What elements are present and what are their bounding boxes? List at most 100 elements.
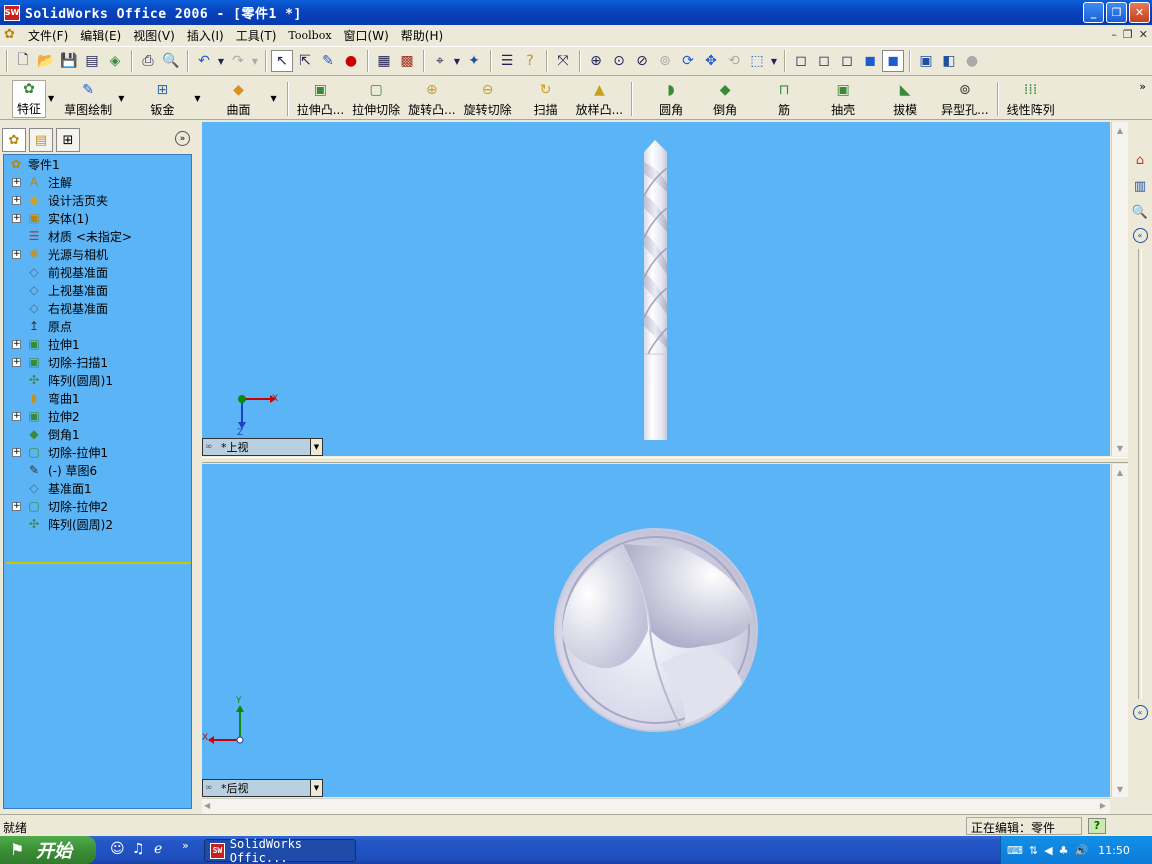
menu-window[interactable]: 窗口(W) — [338, 27, 395, 44]
tree-expand-icon[interactable]: + — [12, 195, 21, 205]
shaded-icon[interactable]: ◼ — [882, 50, 904, 72]
undo-icon[interactable]: ↶ — [193, 50, 215, 72]
solidworks-app-icon[interactable]: SW — [4, 4, 20, 21]
revolved-cut-button[interactable]: ⊖ 旋转切除 — [460, 80, 516, 118]
tree-expand-icon[interactable]: + — [12, 501, 21, 511]
link-views-icon[interactable]: ∞ — [205, 442, 221, 452]
redo-dropdown-icon[interactable]: ▼ — [250, 50, 260, 72]
task-pane-collapse-icon[interactable]: « — [1132, 228, 1148, 243]
minimize-button[interactable]: _ — [1083, 2, 1104, 23]
view-orientation-dropdown-icon[interactable]: ▼ — [769, 50, 779, 72]
sketch-dropdown-icon[interactable]: ▼ — [118, 94, 124, 103]
tab-features[interactable]: ✿ 特征 — [12, 79, 47, 118]
solidworks-resources-icon[interactable]: ⌂ — [1130, 150, 1150, 170]
roll-view-icon[interactable]: ⟲ — [723, 50, 745, 72]
rib-button[interactable]: ⊓ 筋 — [771, 80, 797, 118]
shell-button[interactable]: ▣ 抽壳 — [827, 80, 859, 118]
rollback-bar[interactable] — [6, 562, 191, 564]
reference-geometry-icon[interactable]: ⌖ — [429, 50, 451, 72]
save-icon[interactable]: 💾 — [58, 50, 80, 72]
shaded-with-edges-icon[interactable]: ◼ — [859, 50, 881, 72]
print-preview-icon[interactable]: ▤ — [81, 50, 103, 72]
sketch-pencil-icon[interactable]: ✎ — [317, 50, 339, 72]
brick-texture-icon[interactable]: ▩ — [396, 50, 418, 72]
tab-feature-manager-tree[interactable]: ✿ — [2, 128, 26, 152]
tree-item[interactable]: ◇ 右视基准面 — [4, 299, 191, 317]
print-preview-magnifier-icon[interactable]: 🔍 — [160, 50, 182, 72]
view-dropdown-icon[interactable]: ▼ — [310, 439, 322, 455]
tree-root-part[interactable]: ✿ 零件1 — [4, 155, 191, 173]
tree-item[interactable]: + ▣ 拉伸1 — [4, 335, 191, 353]
keyboard-icon[interactable]: ⌨ — [1007, 844, 1023, 857]
print-icon[interactable]: ⎙ — [137, 50, 159, 72]
tree-item[interactable]: ✎ (-) 草图6 — [4, 461, 191, 479]
viewport-bottom-scrollbar[interactable]: ▲ ▼ — [1111, 464, 1128, 797]
tree-expand-icon[interactable]: + — [12, 411, 21, 421]
file-explorer-icon[interactable]: 🔍 — [1130, 202, 1150, 222]
fillet-button[interactable]: ◗ 圆角 — [655, 80, 687, 118]
zoom-area-icon[interactable]: ⊙ — [608, 50, 630, 72]
tree-item[interactable]: + ▣ 拉伸2 — [4, 407, 191, 425]
menu-view[interactable]: 视图(V) — [127, 27, 181, 44]
volume-icon[interactable]: 🔊 — [1074, 844, 1088, 857]
reference-dropdown-icon[interactable]: ▼ — [452, 50, 462, 72]
tree-item[interactable]: + A 注解 — [4, 173, 191, 191]
task-pane-expand-icon[interactable]: « — [1132, 705, 1148, 720]
menu-insert[interactable]: 插入(I) — [181, 27, 230, 44]
tree-item[interactable]: ↥ 原点 — [4, 317, 191, 335]
restore-button[interactable]: ❐ — [1106, 2, 1127, 23]
select-cursor-icon[interactable]: ↖ — [271, 50, 293, 72]
viewport-splitter[interactable] — [202, 457, 1128, 463]
viewport-top-scrollbar[interactable]: ▲ ▼ — [1111, 122, 1128, 456]
sketch-relations-icon[interactable]: ⤧ — [552, 50, 574, 72]
select-filter-icon[interactable]: ⇱ — [294, 50, 316, 72]
realview-icon[interactable]: ◧ — [938, 50, 960, 72]
link-views-icon[interactable]: ∞ — [205, 783, 221, 793]
tab-configuration-manager[interactable]: ⊞ — [56, 128, 80, 152]
part-document-icon[interactable]: ✿ — [4, 27, 22, 43]
taskbar-item-solidworks[interactable]: SW SolidWorks Offic... — [204, 837, 356, 864]
tree-item[interactable]: + ▢ 切除-拉伸2 — [4, 497, 191, 515]
tree-item[interactable]: ◆ 倒角1 — [4, 425, 191, 443]
tree-item[interactable]: ◇ 上视基准面 — [4, 281, 191, 299]
chamfer-button[interactable]: ◆ 倒角 — [709, 80, 741, 118]
mdi-close-button[interactable]: ✕ — [1139, 28, 1148, 41]
zoom-in-out-icon[interactable]: ⊘ — [631, 50, 653, 72]
design-library-icon[interactable]: ▥ — [1130, 176, 1150, 196]
rebuild-traffic-light-icon[interactable]: ● — [340, 50, 362, 72]
quicklaunch-ie-icon[interactable]: ℯ — [154, 841, 162, 857]
menu-file[interactable]: 文件(F) — [22, 27, 74, 44]
hidden-lines-removed-icon[interactable]: ◻ — [836, 50, 858, 72]
loft-button[interactable]: ▲ 放样凸... — [572, 80, 627, 118]
tree-item[interactable]: ✣ 阵列(圆周)2 — [4, 515, 191, 533]
close-button[interactable]: ✕ — [1129, 2, 1150, 23]
tab-sheet-metal[interactable]: ⊞ 钣金 — [146, 80, 178, 118]
tab-surfaces[interactable]: ◆ 曲面 — [223, 80, 255, 118]
tree-item[interactable]: + ✺ 光源与相机 — [4, 245, 191, 263]
properties-icon[interactable]: ☰ — [496, 50, 518, 72]
menu-edit[interactable]: 编辑(E) — [74, 27, 127, 44]
tree-item[interactable]: ✣ 阵列(圆周)1 — [4, 371, 191, 389]
shadows-icon[interactable]: ▣ — [915, 50, 937, 72]
viewport-horizontal-scrollbar[interactable]: ◀ ▶ — [202, 798, 1110, 814]
view-orientation-label-top[interactable]: ∞ *上视 ▼ — [202, 438, 323, 456]
tree-expand-icon[interactable]: + — [12, 249, 21, 259]
menu-toolbox[interactable]: Toolbox — [282, 29, 337, 42]
qq-icon[interactable]: ♣ — [1059, 844, 1069, 857]
features-dropdown-icon[interactable]: ▼ — [48, 94, 54, 103]
help-question-icon[interactable]: ? — [519, 50, 541, 72]
open-folder-icon[interactable]: 📂 — [35, 50, 57, 72]
tree-expand-icon[interactable]: + — [12, 447, 21, 457]
view-orientation-label-bottom[interactable]: ∞ *后视 ▼ — [202, 779, 323, 797]
quicklaunch-media-icon[interactable]: ♫ — [132, 841, 145, 857]
mdi-restore-button[interactable]: ❐ — [1123, 28, 1133, 41]
start-button[interactable]: ⚑ 开始 — [0, 836, 96, 864]
quicklaunch-overflow-icon[interactable]: » — [182, 839, 189, 852]
tree-item[interactable]: ◇ 前视基准面 — [4, 263, 191, 281]
draft-button[interactable]: ◣ 拔模 — [889, 80, 921, 118]
tree-item[interactable]: ☰ 材质 <未指定> — [4, 227, 191, 245]
tray-expand-icon[interactable]: ◀ — [1044, 844, 1052, 857]
tree-expand-icon[interactable]: + — [12, 177, 21, 187]
grid-options-icon[interactable]: ▦ — [373, 50, 395, 72]
zoom-to-fit-icon[interactable]: ⊕ — [585, 50, 607, 72]
